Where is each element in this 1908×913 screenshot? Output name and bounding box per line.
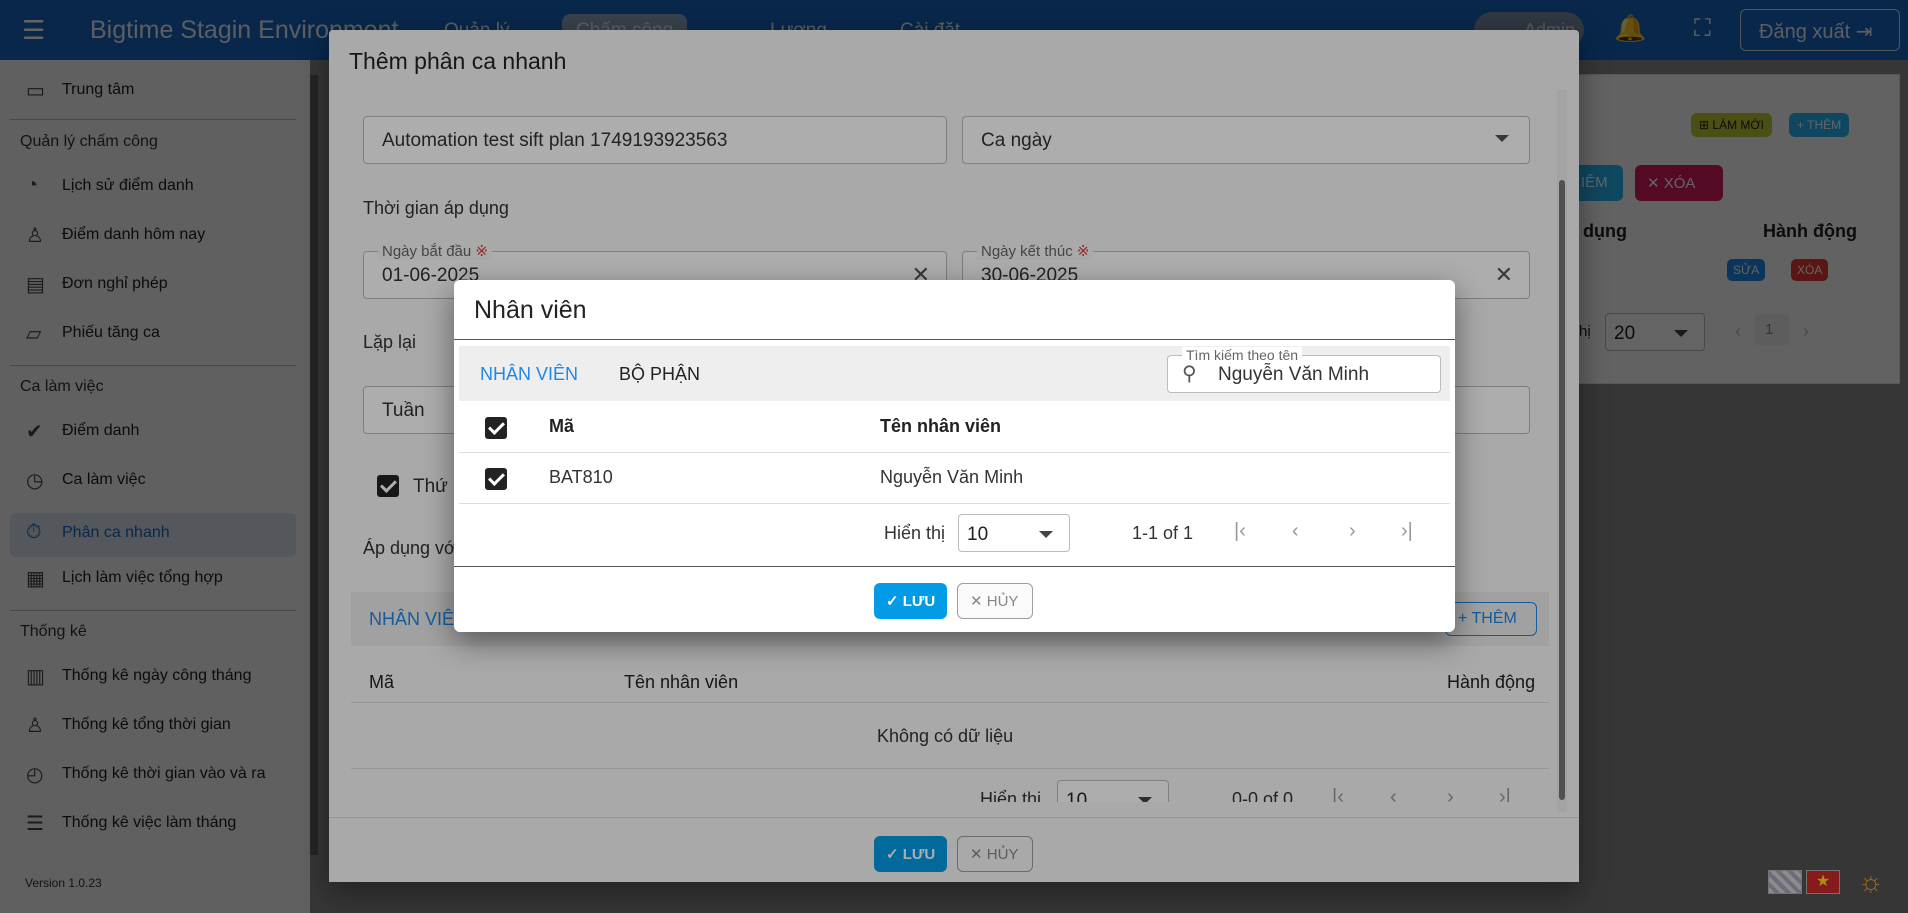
save-button[interactable]: ✓ LƯU <box>874 583 947 619</box>
cancel-button[interactable]: ✕ HỦY <box>957 583 1033 619</box>
col-employee-name: Tên nhân viên <box>880 416 1002 436</box>
search-input[interactable]: Tìm kiếm theo tên ⚲ Nguyễn Văn Minh <box>1167 347 1441 393</box>
divider <box>454 566 1455 567</box>
col-code: Mã <box>549 416 575 436</box>
divider <box>454 339 1455 340</box>
divider <box>459 452 1450 453</box>
per-page-select[interactable]: 10 <box>958 514 1070 552</box>
last-page-icon[interactable]: ›| <box>1401 520 1413 543</box>
tab-departments[interactable]: BỘ PHẬN <box>619 364 700 385</box>
dialog-title: Nhân viên <box>474 296 587 324</box>
prev-page-icon[interactable]: ‹ <box>1292 520 1299 543</box>
employee-name: Nguyễn Văn Minh <box>880 467 1024 487</box>
page-range: 1-1 of 1 <box>1132 523 1194 543</box>
row-checkbox[interactable] <box>485 468 507 490</box>
chevron-down-icon <box>1039 531 1053 538</box>
search-icon: ⚲ <box>1182 363 1197 385</box>
show-label: Hiển thị <box>884 523 946 543</box>
tab-employees[interactable]: NHÂN VIÊN <box>480 364 578 385</box>
employee-code: BAT810 <box>549 467 613 487</box>
first-page-icon[interactable]: |‹ <box>1234 520 1246 543</box>
picker-tabbar: NHÂN VIÊN BỘ PHẬN Tìm kiếm theo tên ⚲ Ng… <box>459 346 1450 401</box>
employee-picker-dialog: Nhân viên NHÂN VIÊN BỘ PHẬN Tìm kiếm the… <box>454 280 1455 632</box>
divider <box>459 503 1450 504</box>
select-all-checkbox[interactable] <box>485 417 507 439</box>
next-page-icon[interactable]: › <box>1349 520 1356 543</box>
